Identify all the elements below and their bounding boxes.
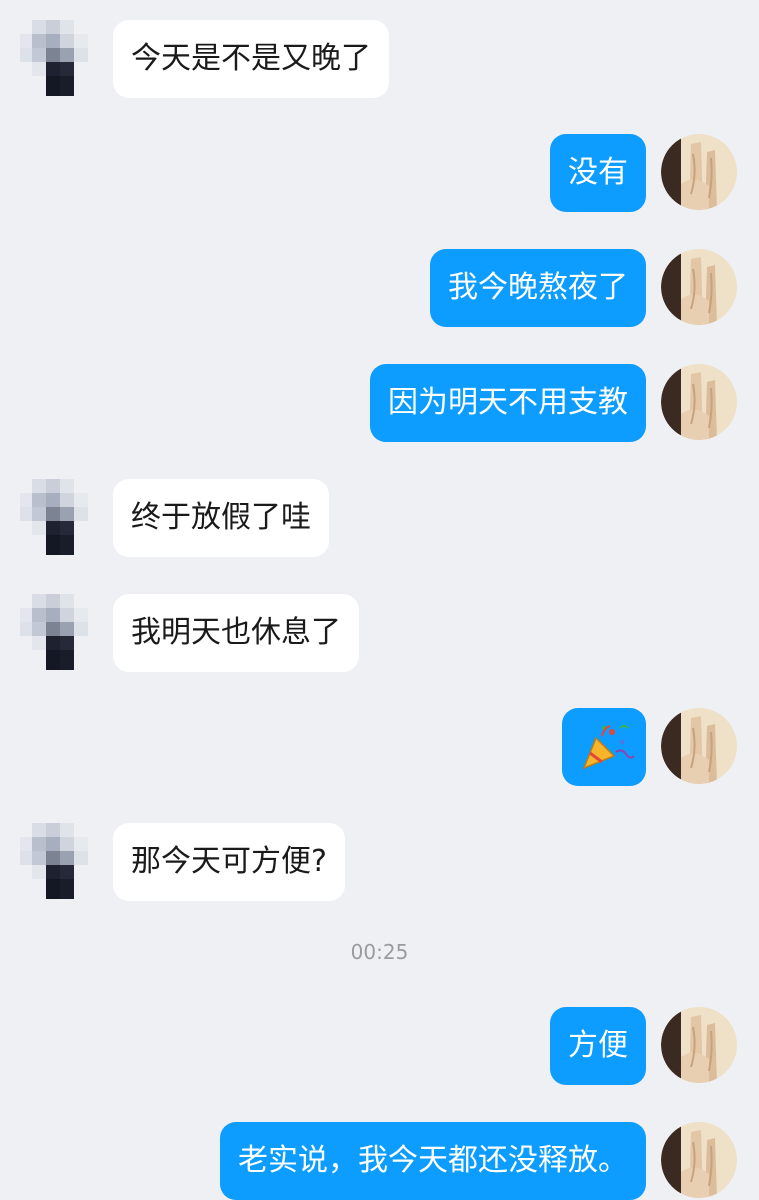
message-bubble-outgoing[interactable]: 我今晚熬夜了 bbox=[430, 249, 646, 327]
message-bubble-incoming[interactable]: 我明天也休息了 bbox=[113, 594, 359, 672]
contact-avatar[interactable] bbox=[20, 823, 96, 899]
contact-avatar[interactable] bbox=[20, 20, 96, 96]
self-avatar[interactable] bbox=[661, 249, 737, 325]
message-timestamp: 00:25 bbox=[350, 940, 409, 964]
self-avatar[interactable] bbox=[661, 134, 737, 210]
self-avatar[interactable] bbox=[661, 1007, 737, 1083]
message-bubble-incoming[interactable]: 那今天可方便? bbox=[113, 823, 345, 901]
message-bubble-incoming[interactable]: 今天是不是又晚了 bbox=[113, 20, 389, 98]
self-avatar[interactable] bbox=[661, 364, 737, 440]
message-bubble-incoming[interactable]: 终于放假了哇 bbox=[113, 479, 329, 557]
message-bubble-outgoing[interactable]: 因为明天不用支教 bbox=[370, 364, 646, 442]
self-avatar[interactable] bbox=[661, 708, 737, 784]
message-bubble-outgoing[interactable]: 方便 bbox=[550, 1007, 646, 1085]
message-bubble-outgoing[interactable] bbox=[562, 708, 646, 786]
message-bubble-outgoing[interactable]: 老实说，我今天都还没释放。 bbox=[220, 1122, 646, 1200]
contact-avatar[interactable] bbox=[20, 479, 96, 555]
contact-avatar[interactable] bbox=[20, 594, 96, 670]
party-popper-icon bbox=[582, 725, 635, 770]
message-bubble-outgoing[interactable]: 没有 bbox=[550, 134, 646, 212]
self-avatar[interactable] bbox=[661, 1122, 737, 1198]
